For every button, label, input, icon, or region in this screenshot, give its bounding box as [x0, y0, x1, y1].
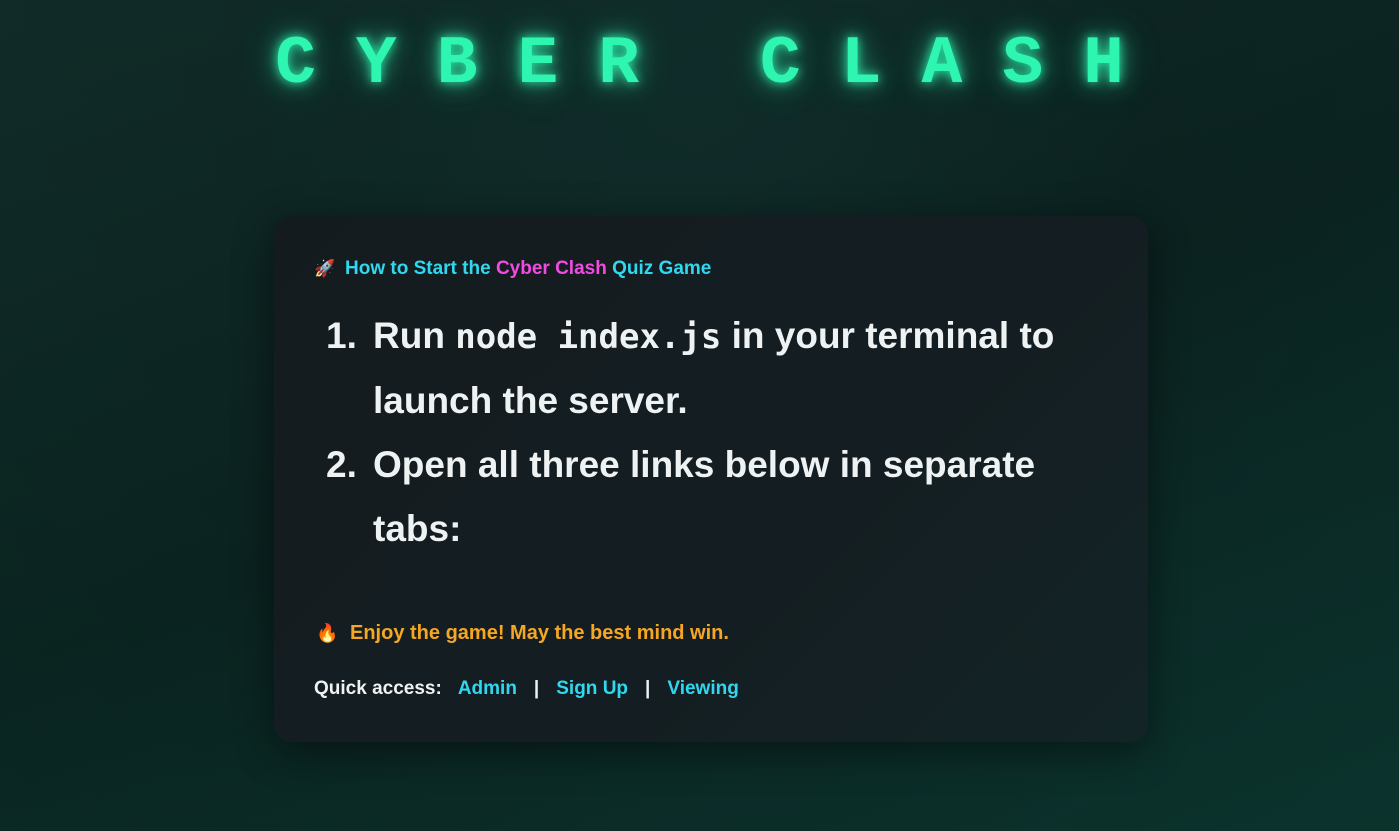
heading-suffix: Quiz Game	[612, 258, 712, 279]
sign-up-link[interactable]: Sign Up	[556, 678, 628, 700]
step-item: 2. Open all three links below in separat…	[326, 433, 1106, 561]
admin-link[interactable]: Admin	[458, 678, 517, 700]
instructions-card: 🚀 How to Start the Cyber Clash Quiz Game …	[274, 216, 1148, 742]
step-number: 1.	[326, 315, 357, 356]
card-heading: 🚀 How to Start the Cyber Clash Quiz Game	[314, 258, 711, 280]
quick-access-label: Quick access:	[314, 678, 442, 699]
viewing-link[interactable]: Viewing	[667, 678, 738, 700]
step-item: 1. Run node index.js in your terminal to…	[326, 304, 1106, 433]
heading-accent: Cyber Clash	[495, 258, 607, 279]
enjoy-text: Enjoy the game! May the best mind win.	[350, 622, 729, 644]
steps-list: 1. Run node index.js in your terminal to…	[326, 304, 1106, 561]
fire-icon: 🔥	[316, 623, 339, 643]
step-text-before: Run	[373, 315, 445, 356]
step-number: 2.	[326, 444, 357, 485]
separator: |	[533, 678, 540, 699]
quick-access: Quick access: Admin | Sign Up | Viewing	[314, 678, 739, 700]
app-title: CYBER CLASH	[275, 26, 1164, 103]
step-code: node index.js	[455, 317, 722, 357]
separator: |	[645, 678, 651, 699]
step-text: Open all three links below in separate t…	[373, 444, 1036, 549]
enjoy-message: 🔥 Enjoy the game! May the best mind win.	[316, 622, 729, 645]
heading-prefix: How to Start the	[345, 258, 491, 279]
rocket-icon: 🚀	[314, 259, 336, 278]
